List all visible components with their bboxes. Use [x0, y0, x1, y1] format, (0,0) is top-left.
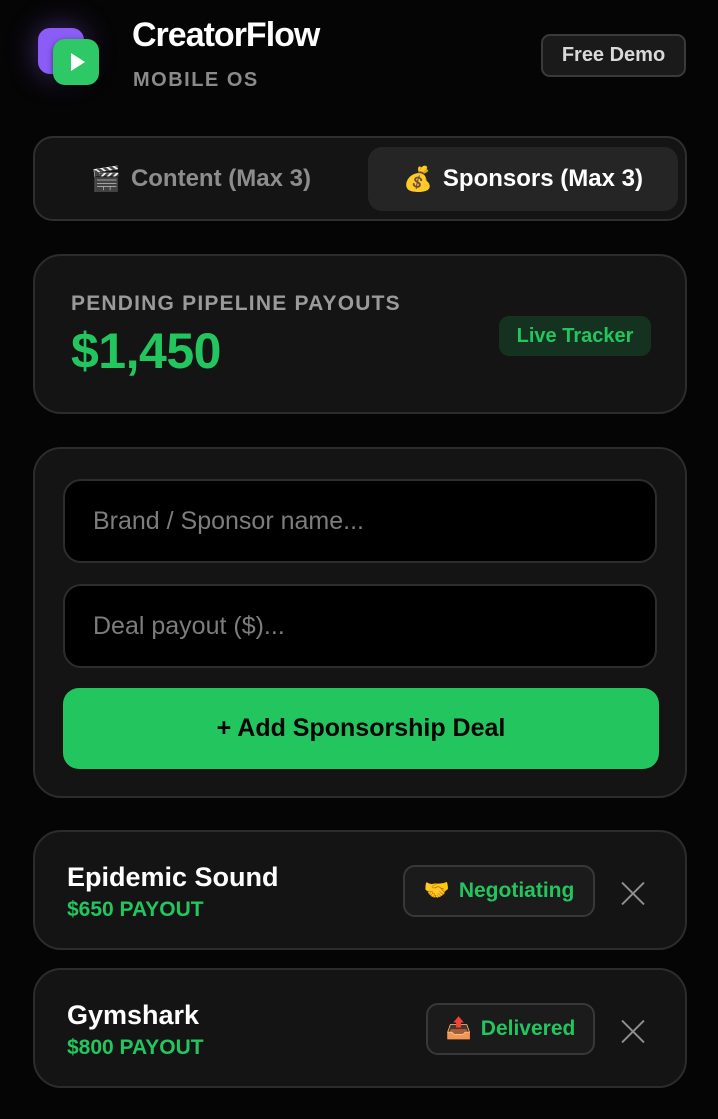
play-icon	[71, 53, 85, 71]
deal-payout: $800 PAYOUT	[67, 1036, 204, 1059]
close-icon[interactable]	[620, 881, 645, 906]
deal-name: Gymshark	[67, 1000, 200, 1030]
add-sponsorship-button[interactable]: + Add Sponsorship Deal	[63, 688, 659, 769]
deal-status-label: Delivered	[480, 1017, 576, 1040]
tab-sponsors[interactable]: 💰 Sponsors (Max 3)	[368, 147, 678, 211]
add-deal-form: + Add Sponsorship Deal	[33, 447, 687, 798]
free-demo-button[interactable]: Free Demo	[541, 34, 686, 77]
deal-status-button[interactable]: 🤝 Negotiating	[403, 865, 595, 917]
deal-payout-input[interactable]	[63, 584, 657, 668]
tab-content[interactable]: 🎬 Content (Max 3)	[43, 147, 359, 211]
creatorflow-logo	[38, 28, 102, 92]
app-subtitle: MOBILE OS	[133, 69, 259, 91]
pending-payouts-card: PENDING PIPELINE PAYOUTS $1,450 Live Tra…	[33, 254, 687, 414]
live-tracker-badge: Live Tracker	[499, 316, 651, 356]
app-title: CreatorFlow	[132, 16, 320, 54]
brand-name-input[interactable]	[63, 479, 657, 563]
handshake-icon: 🤝	[423, 879, 450, 902]
app-header: CreatorFlow MOBILE OS Free Demo	[0, 0, 718, 120]
deal-status-label: Negotiating	[458, 879, 575, 902]
pending-payouts-value: $1,450	[71, 323, 221, 379]
tab-sponsors-label: Sponsors (Max 3)	[442, 165, 643, 192]
deal-status-button[interactable]: 📤 Delivered	[426, 1003, 595, 1055]
deal-payout: $650 PAYOUT	[67, 898, 204, 921]
clapperboard-icon: 🎬	[91, 165, 121, 193]
deal-name: Epidemic Sound	[67, 862, 279, 892]
money-bag-icon: 💰	[403, 165, 433, 193]
outbox-tray-icon: 📤	[445, 1017, 472, 1040]
deal-card: Epidemic Sound $650 PAYOUT 🤝 Negotiating	[33, 830, 687, 950]
tab-content-label: Content (Max 3)	[130, 165, 311, 192]
deal-card: Gymshark $800 PAYOUT 📤 Delivered	[33, 968, 687, 1088]
section-tabs: 🎬 Content (Max 3) 💰 Sponsors (Max 3)	[33, 136, 687, 221]
pending-payouts-label: PENDING PIPELINE PAYOUTS	[71, 292, 401, 315]
close-icon[interactable]	[620, 1019, 645, 1044]
